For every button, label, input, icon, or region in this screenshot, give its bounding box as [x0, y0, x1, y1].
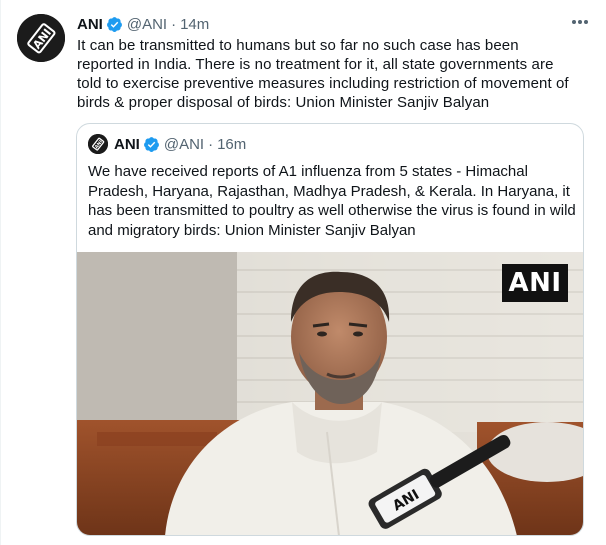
ani-avatar-image: ANI	[17, 14, 65, 62]
verified-badge-icon	[106, 16, 122, 32]
quoted-author-handle: @ANI	[163, 135, 205, 153]
quoted-tweet-text: We have received reports of A1 influenza…	[88, 163, 576, 239]
more-options-icon[interactable]	[568, 12, 592, 32]
tweet-text: It can be transmitted to humans but so f…	[77, 37, 569, 111]
quoted-author-name: ANI	[114, 135, 140, 153]
quoted-tweet-header: ANI ANI @ANI · 16m	[88, 134, 246, 154]
tweet-header: ANI @ANI · 14m	[77, 14, 581, 34]
watermark-text: ANI	[508, 268, 562, 298]
quoted-tweet-photo[interactable]: ANI ANI	[77, 252, 583, 535]
ani-watermark: ANI	[502, 264, 568, 302]
author-name[interactable]: ANI	[77, 16, 103, 33]
author-handle[interactable]: @ANI	[127, 16, 167, 33]
quoted-tweet[interactable]: ANI ANI @ANI · 16m We have received repo…	[76, 123, 584, 536]
separator-dot: ·	[208, 135, 214, 153]
quoted-author-avatar: ANI	[88, 134, 108, 154]
quoted-tweet-timestamp: 16m	[217, 135, 247, 153]
tweet-timestamp[interactable]: 14m	[180, 16, 209, 33]
author-avatar[interactable]: ANI	[17, 14, 65, 62]
tweet[interactable]: ANI ANI @ANI · 14m It can be transmitted…	[0, 0, 606, 545]
verified-badge-icon	[143, 136, 159, 152]
separator-dot: ·	[171, 15, 177, 33]
tweet-body: ANI @ANI · 14m It can be transmitted to …	[77, 14, 581, 112]
